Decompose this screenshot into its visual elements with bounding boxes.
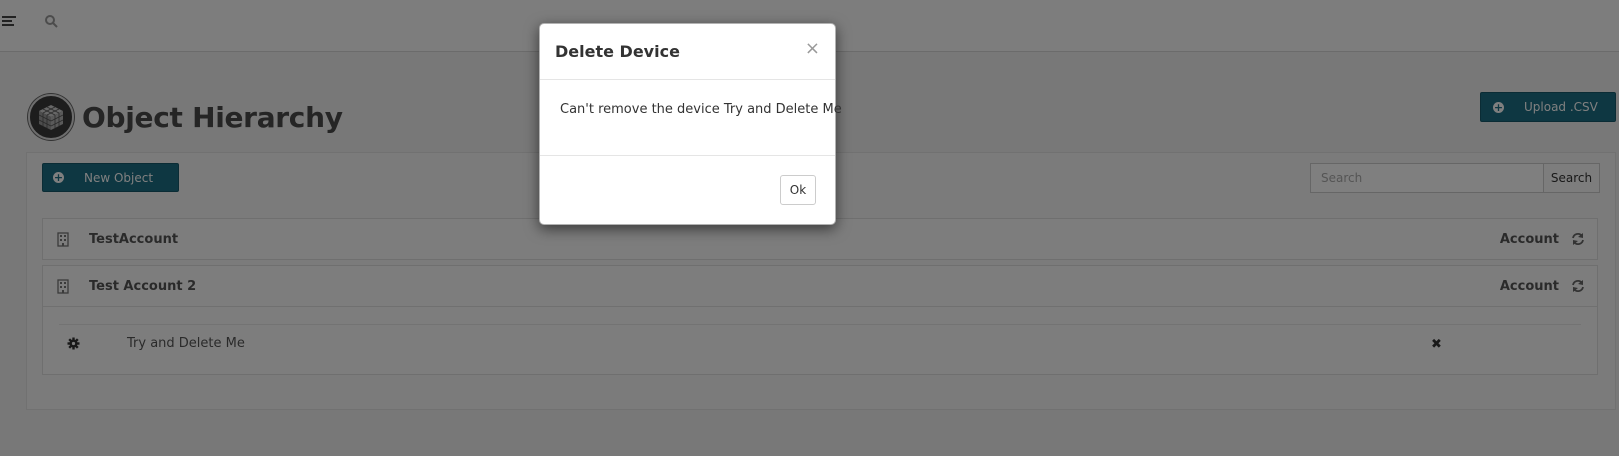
delete-device-modal: Delete Device × Can't remove the device … [539,23,842,225]
ok-button[interactable]: Ok [780,175,816,205]
close-icon[interactable]: × [805,38,820,59]
modal-footer: Ok [540,156,835,224]
modal-body: Can't remove the device Try and Delete M… [540,80,842,156]
modal-header: Delete Device × [540,24,835,80]
modal-title: Delete Device [555,42,680,61]
modal-message: Can't remove the device Try and Delete M… [560,102,842,117]
